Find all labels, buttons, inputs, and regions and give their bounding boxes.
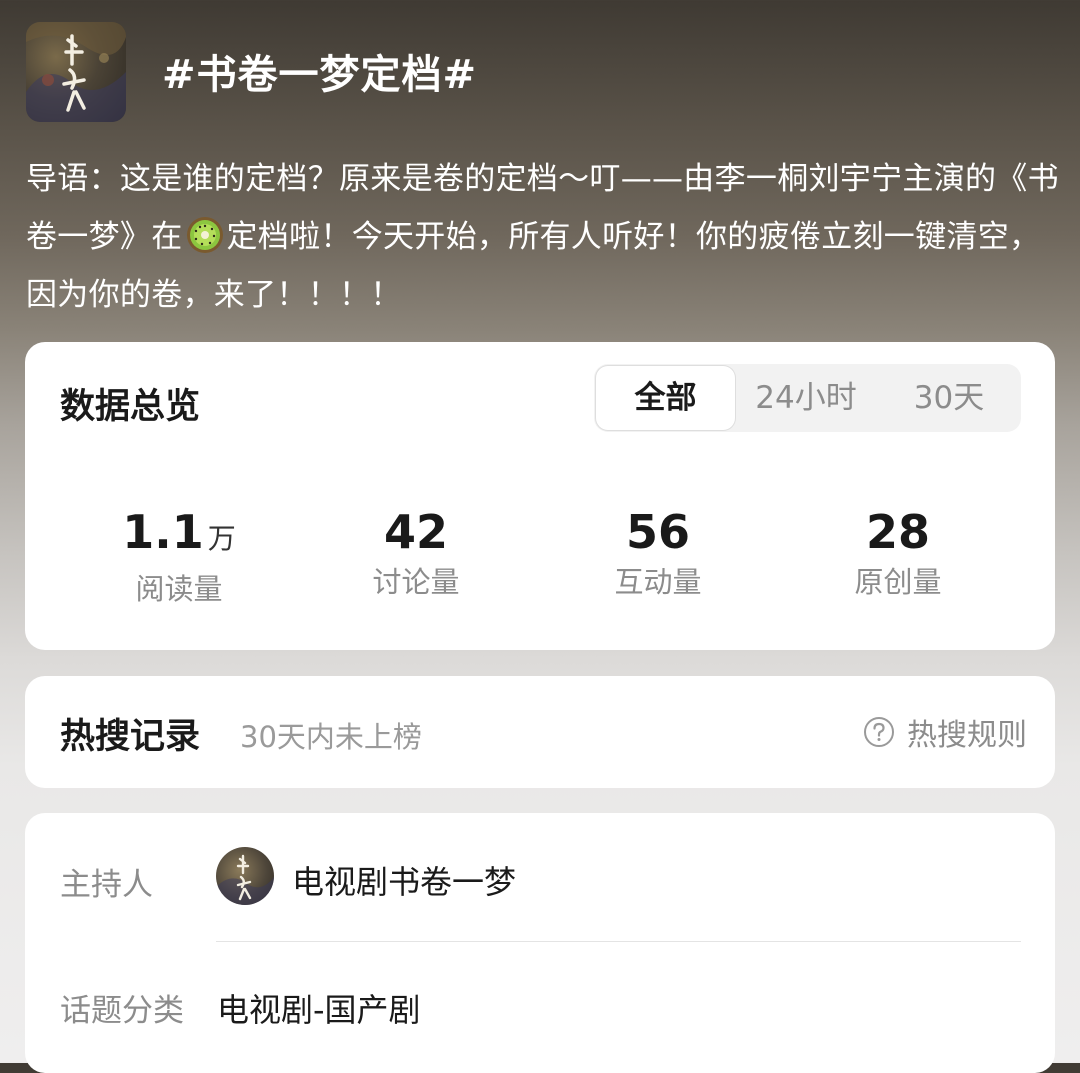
topic-intro: 导语：这是谁的定档？原来是卷的定档～叮——由李一桐刘宇宁主演的《书卷一梦》在 定档… (26, 150, 1066, 324)
category-label: 话题分类 (60, 993, 184, 1029)
reads-unit: 万 (207, 522, 236, 555)
overview-title: 数据总览 (60, 387, 201, 427)
time-range-tabs: 全部 24小时 30天 (594, 364, 1021, 432)
stat-value: 56 (625, 505, 690, 559)
tab-24h[interactable]: 24小时 (737, 364, 875, 432)
stat-originals: 28 原创量 (798, 504, 998, 602)
category-value: 电视剧-国产剧 (217, 991, 421, 1029)
stat-label: 阅读量 (135, 572, 223, 606)
stat-discussions: 42 讨论量 (316, 504, 516, 602)
stat-label: 互动量 (614, 565, 702, 599)
hot-search-title: 热搜记录 (60, 717, 201, 757)
stat-value: 28 (865, 505, 930, 559)
drama-poster-avatar-icon (216, 854, 274, 905)
host-avatar[interactable] (216, 847, 274, 905)
drama-poster-thumbnail[interactable] (26, 22, 126, 122)
stat-label: 原创量 (854, 565, 942, 599)
host-label: 主持人 (60, 867, 153, 903)
topic-title: #书卷一梦定档# (162, 52, 478, 98)
stat-value: 1.1 万 (79, 504, 279, 567)
poster-art-icon (26, 22, 126, 122)
stat-interactions: 56 互动量 (558, 504, 758, 602)
rules-label: 热搜规则 (907, 718, 1027, 753)
divider (216, 941, 1021, 942)
topic-header: #书卷一梦定档# 导语：这是谁的定档？原来是卷的定档～叮——由李一桐刘宇宁主演的… (0, 0, 1080, 340)
data-overview-card: 数据总览 全部 24小时 30天 1.1 万 阅读量 42 讨论量 56 互动量 … (25, 342, 1055, 650)
topic-info-card: 主持人 电视剧书卷一梦 话题分类 电视剧-国产剧 (25, 813, 1055, 1073)
stat-reads: 1.1 万 阅读量 (79, 504, 279, 609)
stat-value: 42 (383, 505, 448, 559)
hot-search-card: 热搜记录 30天内未上榜 热搜规则 (25, 676, 1055, 788)
tab-30d[interactable]: 30天 (879, 364, 1019, 432)
question-circle-icon (864, 717, 894, 747)
host-name-link[interactable]: 电视剧书卷一梦 (292, 857, 516, 903)
reads-value: 1.1 (122, 505, 204, 559)
tab-all[interactable]: 全部 (596, 366, 735, 430)
hot-search-rules-link[interactable]: 热搜规则 (863, 712, 1027, 753)
kiwi-fruit-emoji (185, 215, 225, 255)
stat-label: 讨论量 (372, 565, 460, 599)
hot-search-status: 30天内未上榜 (240, 720, 422, 754)
